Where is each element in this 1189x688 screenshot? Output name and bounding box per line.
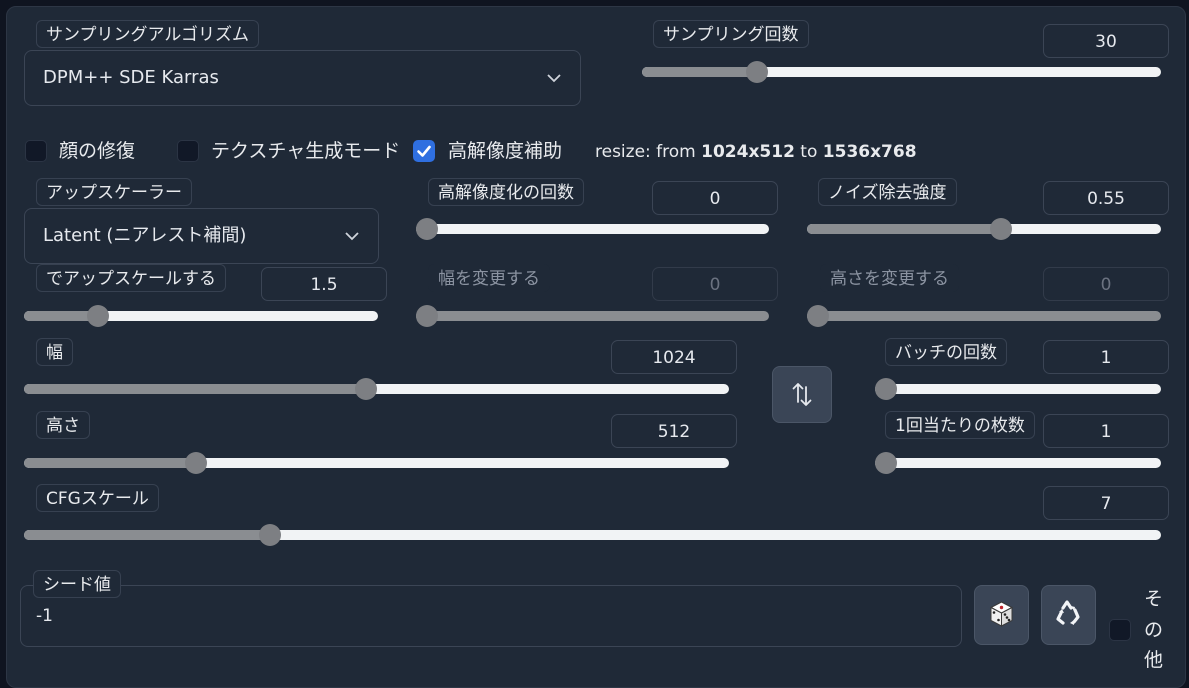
denoising-input[interactable]: 0.55 [1043,181,1169,215]
denoising-label: ノイズ除去強度 [818,178,957,206]
swap-arrows-icon [792,383,812,406]
restore-faces-label: 顔の修復 [59,140,136,162]
tiling-label: テクスチャ生成モード [211,140,401,162]
cfg-scale-label: CFGスケール [36,484,159,512]
sampler-label: サンプリングアルゴリズム [36,20,259,48]
hires-fix-checkbox[interactable] [413,140,435,162]
extra-seed-label-2: の [1144,619,1164,641]
batch-size-slider-thumb[interactable] [875,452,897,474]
swap-dimensions-button[interactable] [772,366,832,423]
cfg-scale-input[interactable]: 7 [1043,486,1169,520]
batch-count-label: バッチの回数 [885,338,1007,366]
resize-to-word: to [794,142,823,162]
reuse-seed-button[interactable] [1041,585,1096,645]
upscale-by-label: でアップスケールする [36,264,226,292]
resize-height-slider-thumb [807,305,829,327]
steps-label: サンプリング回数 [653,20,809,48]
extra-seed-checkbox[interactable] [1109,619,1131,641]
resize-height-slider [807,305,1161,327]
hires-resize-info: resize: from 1024x512 to 1536x768 [595,140,917,164]
tiling-checkbox[interactable] [177,140,199,162]
resize-width-label: 幅を変更する [428,264,550,292]
resize-height-input: 0 [1043,267,1169,301]
batch-size-slider[interactable] [875,452,1161,474]
denoising-slider[interactable] [807,218,1161,240]
height-label: 高さ [36,411,90,439]
resize-prefix: resize: from [595,142,702,162]
resize-height-label: 高さを変更する [820,264,959,292]
upscaler-value: Latent (ニアレスト補間) [43,225,247,246]
hires-steps-input[interactable]: 0 [652,181,778,215]
upscaler-label: アップスケーラー [36,178,192,206]
steps-slider[interactable] [642,61,1161,83]
hires-steps-slider-thumb[interactable] [416,218,438,240]
chevron-down-icon [547,74,561,83]
chevron-down-icon [345,232,359,241]
seed-input[interactable]: -1 [20,585,962,647]
batch-count-slider-thumb[interactable] [875,378,897,400]
cfg-scale-slider[interactable] [24,524,1161,546]
steps-input[interactable]: 30 [1043,24,1169,58]
upscale-by-slider[interactable] [24,305,378,327]
batch-count-slider[interactable] [875,378,1161,400]
height-input[interactable]: 512 [611,414,737,448]
width-input[interactable]: 1024 [611,340,737,374]
random-seed-button[interactable] [974,585,1029,645]
hires-fix-label: 高解像度補助 [448,140,563,162]
batch-size-input[interactable]: 1 [1043,414,1169,448]
width-label: 幅 [36,338,73,366]
resize-width-slider [416,305,769,327]
seed-value: -1 [36,606,53,626]
resize-width-slider-thumb [416,305,438,327]
height-slider[interactable] [24,452,729,474]
width-slider[interactable] [24,378,729,400]
upscale-by-slider-thumb[interactable] [87,305,110,327]
hires-steps-slider[interactable] [416,218,769,240]
hires-steps-label: 高解像度化の回数 [428,178,584,206]
seed-label: シード値 [33,570,121,598]
extra-seed-label-1: そ [1144,588,1164,610]
resize-to-size: 1536x768 [822,142,917,162]
sampler-dropdown[interactable]: DPM++ SDE Karras [24,50,581,106]
extra-seed-label-3: 他 [1144,649,1164,671]
batch-size-label: 1回当たりの枚数 [885,411,1035,439]
batch-count-input[interactable]: 1 [1043,340,1169,374]
upscaler-dropdown[interactable]: Latent (ニアレスト補間) [24,208,379,264]
denoising-slider-thumb[interactable] [989,218,1012,240]
restore-faces-checkbox[interactable] [25,140,47,162]
upscale-by-input[interactable]: 1.5 [261,267,387,301]
dice-icon [989,601,1014,627]
checkmark-icon [417,145,431,157]
height-slider-thumb[interactable] [184,452,207,474]
resize-from-size: 1024x512 [701,142,795,162]
sampler-value: DPM++ SDE Karras [43,67,219,88]
recycle-icon [1056,600,1080,625]
resize-width-input: 0 [652,267,778,301]
